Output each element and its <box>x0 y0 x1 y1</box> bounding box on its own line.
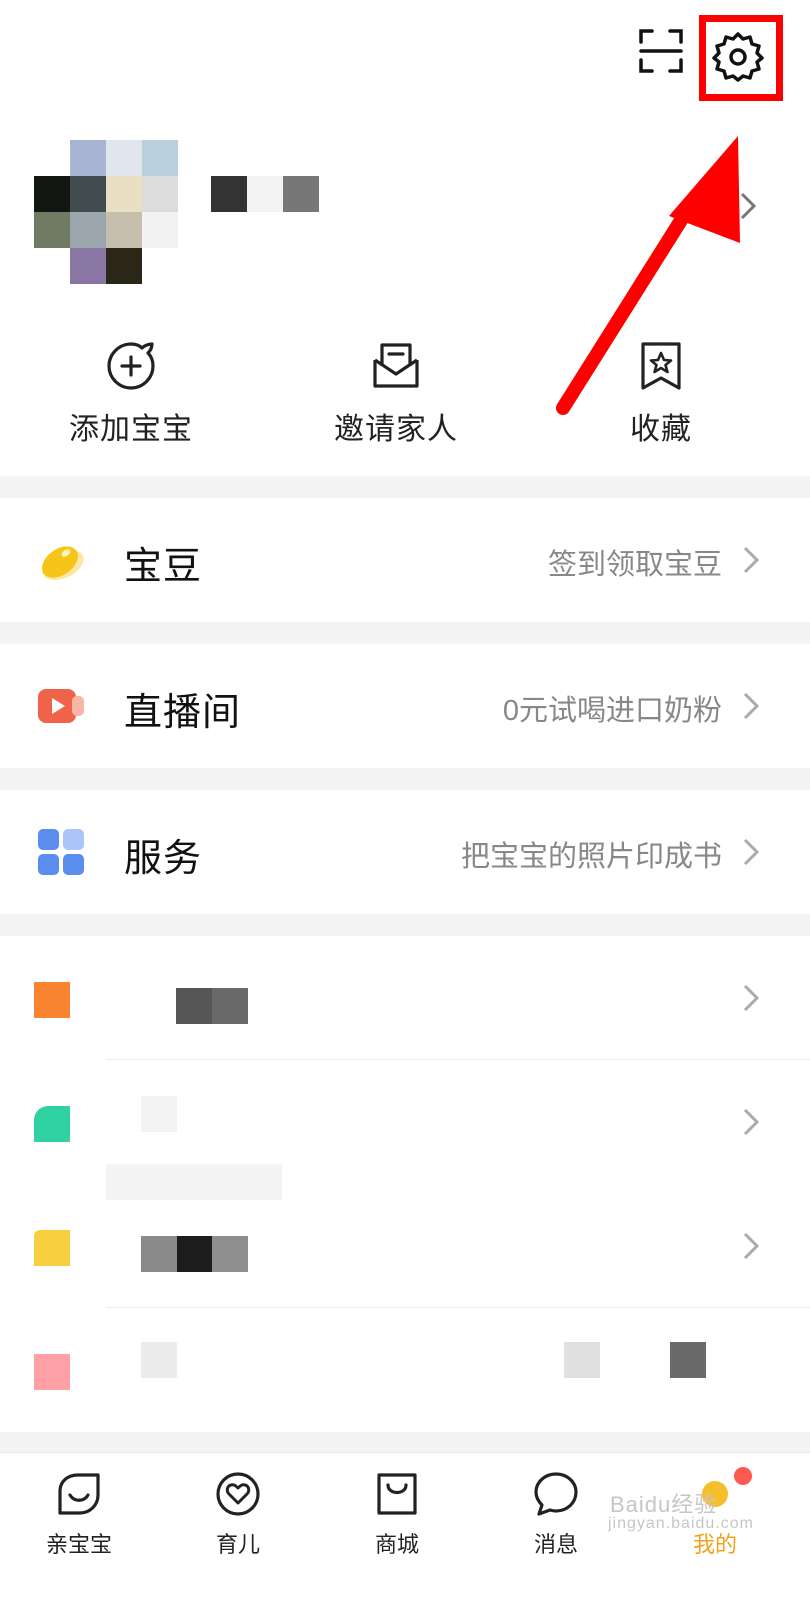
nav-label: 亲宝宝 <box>45 1532 112 1557</box>
menu-hint: 把宝宝的照片印成书 <box>460 841 722 873</box>
chevron-right-icon <box>743 692 760 720</box>
leaf-face-icon <box>58 1473 100 1515</box>
chevron-right-icon <box>743 1232 760 1260</box>
blurred-icon <box>34 1230 70 1266</box>
section-divider <box>0 476 810 498</box>
menu-title: 直播间 <box>124 692 242 734</box>
invite-mail-icon <box>373 343 419 388</box>
blurred-text <box>141 1342 177 1378</box>
notification-badge <box>734 1467 752 1485</box>
bean-icon <box>41 546 84 581</box>
bottom-nav: 亲宝宝 育儿 商城 消息 我的 Baidu经验 jingyan.baidu.co… <box>0 1452 810 1601</box>
grid-icon <box>38 829 84 875</box>
menu-hint: 签到领取宝豆 <box>547 549 722 581</box>
section-divider <box>0 768 810 790</box>
blurred-text <box>141 1236 177 1272</box>
add-baby-button[interactable]: 添加宝宝 <box>31 340 231 448</box>
chevron-right-icon <box>743 1108 760 1136</box>
blurred-text <box>670 1342 706 1378</box>
blurred-menu-row[interactable] <box>0 1184 810 1308</box>
menu-title: 宝豆 <box>124 546 203 588</box>
blurred-text <box>176 988 212 1024</box>
blurred-text <box>177 1236 213 1272</box>
menu-title: 服务 <box>124 838 203 880</box>
section-divider <box>0 914 810 936</box>
blurred-text <box>212 1236 248 1272</box>
menu-row-live[interactable]: 直播间 0元试喝进口奶粉 <box>0 644 810 768</box>
live-icon <box>38 689 84 723</box>
chevron-right-icon <box>743 838 760 866</box>
blurred-text <box>141 1096 177 1132</box>
blurred-icon <box>34 1354 70 1390</box>
avatar[interactable] <box>34 140 178 284</box>
scan-icon[interactable] <box>638 28 684 74</box>
menu-hint: 0元试喝进口奶粉 <box>502 695 722 727</box>
add-baby-icon <box>107 342 155 390</box>
watermark-url: jingyan.baidu.com <box>608 1515 754 1532</box>
nav-tab-mall[interactable]: 商城 <box>337 1471 457 1559</box>
nav-tab-messages[interactable]: 消息 <box>496 1471 616 1559</box>
highlight-box <box>699 15 783 101</box>
chevron-right-icon <box>743 984 760 1012</box>
chevron-right-icon <box>743 546 760 574</box>
shopping-bag-icon <box>377 1473 417 1515</box>
blurred-menu-row[interactable] <box>0 1060 810 1200</box>
section-divider <box>0 1432 810 1452</box>
profile-chevron-icon[interactable] <box>736 190 760 222</box>
blurred-text <box>212 988 248 1024</box>
section-divider <box>0 622 810 644</box>
add-baby-label: 添加宝宝 <box>69 413 193 446</box>
blurred-icon <box>34 982 70 1018</box>
nav-label: 育儿 <box>215 1532 260 1557</box>
nav-label: 消息 <box>533 1532 578 1557</box>
blurred-menu-row[interactable] <box>0 1308 810 1432</box>
favorites-button[interactable]: 收藏 <box>561 340 761 448</box>
blurred-icon <box>34 1106 70 1142</box>
menu-row-beans[interactable]: 宝豆 签到领取宝豆 <box>0 498 810 622</box>
favorites-label: 收藏 <box>630 413 692 446</box>
nav-tab-parenting[interactable]: 育儿 <box>178 1471 298 1559</box>
menu-row-service[interactable]: 服务 把宝宝的照片印成书 <box>0 790 810 914</box>
blurred-text <box>564 1342 600 1378</box>
chat-bubble-icon <box>534 1472 578 1516</box>
nav-tab-home[interactable]: 亲宝宝 <box>19 1471 139 1559</box>
bookmark-star-icon <box>641 342 681 390</box>
heart-circle-icon <box>216 1472 260 1516</box>
blurred-menu-row[interactable] <box>0 936 810 1060</box>
username <box>211 176 319 212</box>
nav-label: 商城 <box>374 1532 419 1557</box>
invite-family-label: 邀请家人 <box>334 413 458 446</box>
invite-family-button[interactable]: 邀请家人 <box>296 340 496 448</box>
